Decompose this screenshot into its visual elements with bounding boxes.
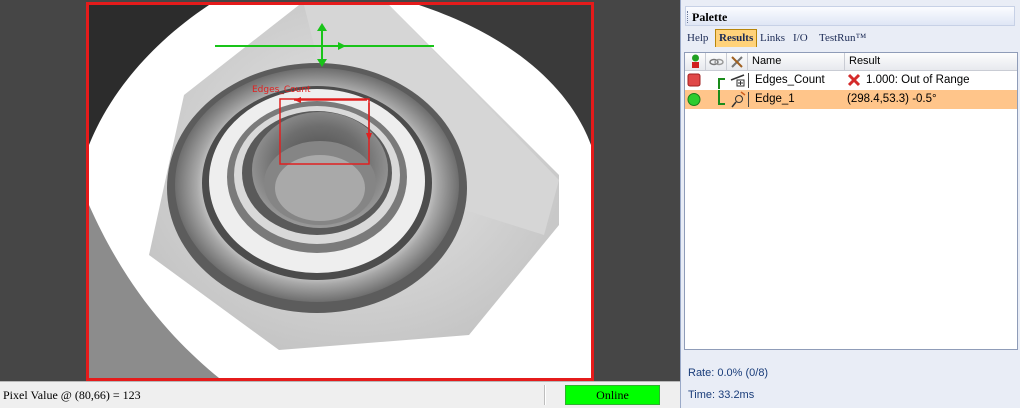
tools-icon: [731, 56, 743, 68]
inspection-image-frame[interactable]: Edges_Count: [86, 2, 594, 381]
link-icon: [709, 58, 724, 66]
palette-title-bar[interactable]: Palette: [685, 6, 1015, 26]
row-divider: [748, 73, 749, 88]
palette-panel: Palette Help Results Links I/O TestRun™: [680, 0, 1020, 408]
table-row[interactable]: Edges_Count 1.000: Out of Range: [685, 71, 1017, 90]
time-readout: Time: 33.2ms: [688, 389, 755, 401]
status-column-header[interactable]: [685, 53, 706, 70]
tools-column-header[interactable]: [727, 53, 748, 70]
edge-tool-icon: [715, 90, 747, 109]
tool-tree-icon: [715, 71, 747, 90]
tab-links[interactable]: Links: [757, 30, 788, 46]
image-viewer[interactable]: Edges_Count: [0, 0, 680, 381]
tool-name: Edges_Count: [755, 74, 825, 86]
tab-help[interactable]: Help: [684, 30, 711, 46]
tool-result: 1.000: Out of Range: [866, 74, 970, 86]
grip-icon[interactable]: [687, 11, 690, 23]
roi-label: Edges_Count: [252, 85, 311, 95]
palette-title: Palette: [692, 10, 728, 24]
pass-status-icon: [687, 92, 703, 111]
online-status-indicator[interactable]: Online: [565, 385, 660, 405]
results-header: Name Result: [685, 53, 1017, 71]
status-bar: Pixel Value @ (80,66) = 123 Online: [0, 381, 680, 408]
tool-result: (298.4,53.3) -0.5°: [847, 93, 937, 105]
name-column-header[interactable]: Name: [748, 53, 845, 70]
pass-fail-icon: [692, 54, 699, 68]
result-column-header[interactable]: Result: [845, 53, 1017, 70]
rate-readout: Rate: 0.0% (0/8): [688, 367, 769, 379]
tab-testrun[interactable]: TestRun™: [816, 30, 869, 46]
table-row[interactable]: Edge_1 (298.4,53.3) -0.5°: [685, 90, 1017, 109]
edge-tool-overlay[interactable]: [89, 5, 591, 378]
link-column-header[interactable]: [706, 53, 727, 70]
status-divider: [544, 385, 546, 405]
pixel-value-readout: Pixel Value @ (80,66) = 123: [3, 388, 141, 402]
tab-results[interactable]: Results: [715, 29, 758, 47]
row-divider: [748, 92, 749, 107]
tool-name: Edge_1: [755, 93, 795, 105]
results-table: Name Result Edges_Count 1.000: Out of Ra…: [684, 52, 1018, 350]
tab-io[interactable]: I/O: [790, 30, 811, 46]
palette-tabs: Help Results Links I/O TestRun™: [684, 29, 1018, 47]
